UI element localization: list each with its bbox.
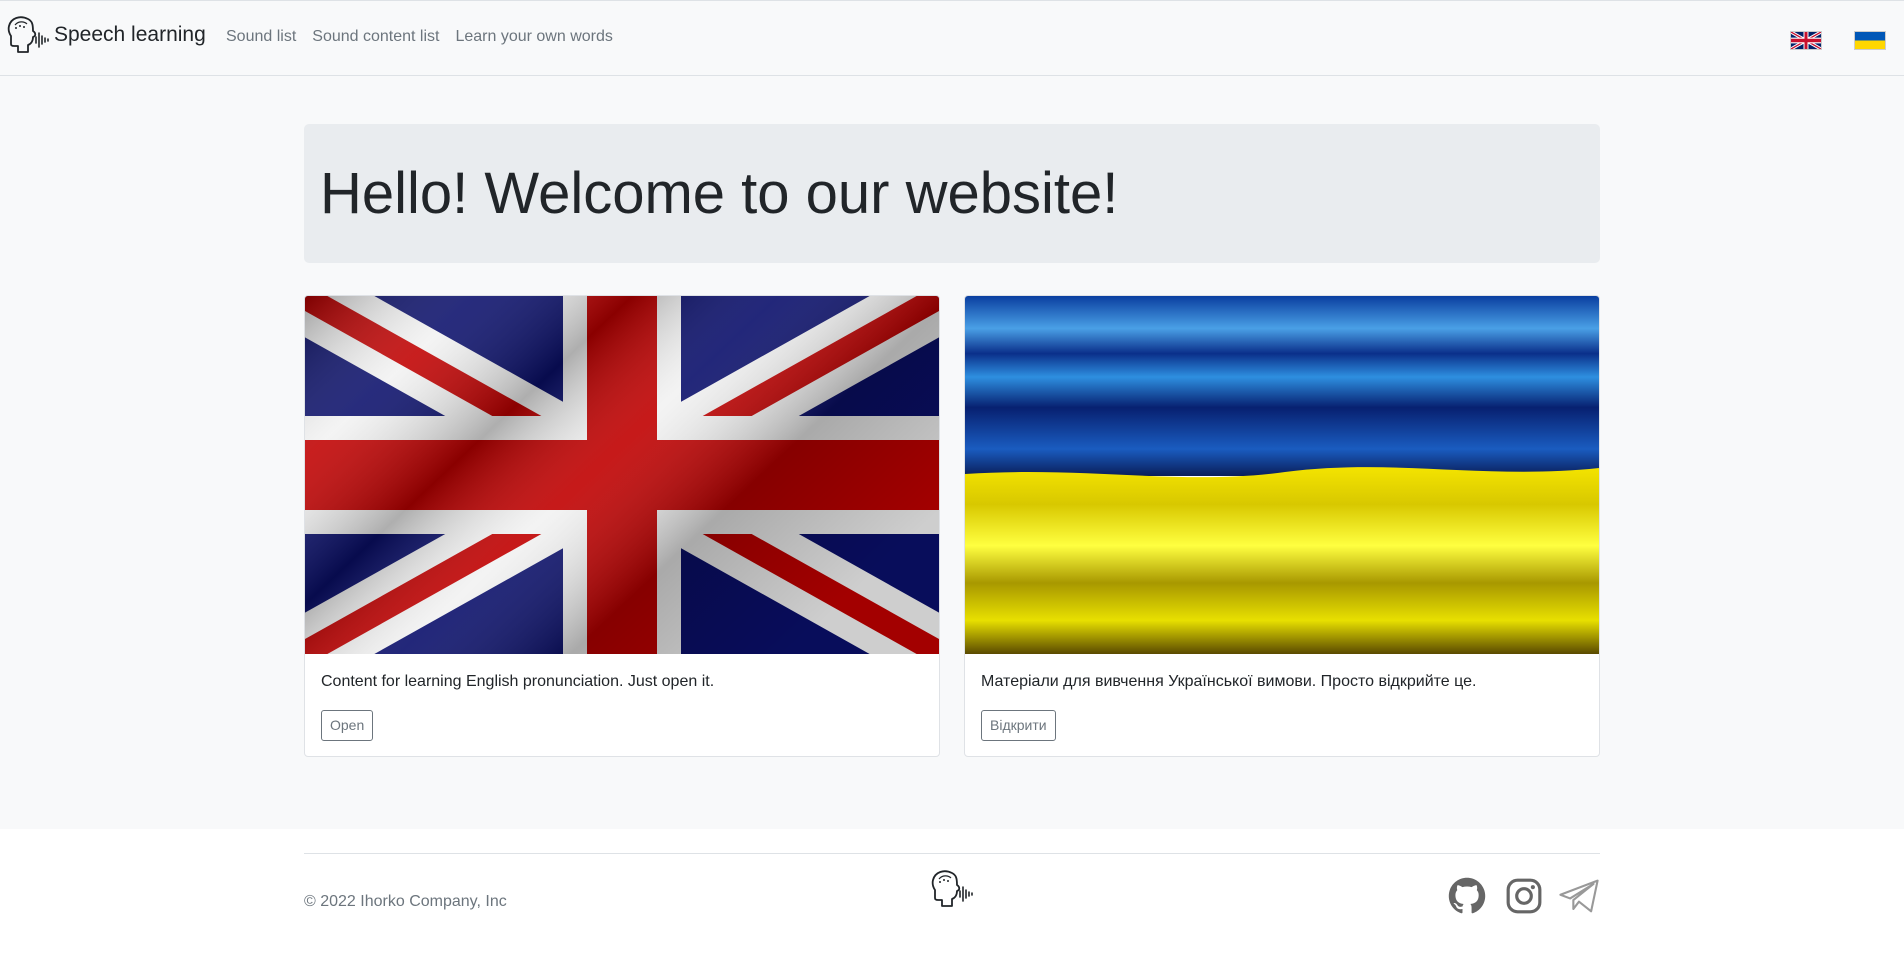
uk-flag-image: [305, 296, 939, 654]
instagram-icon: [1506, 878, 1542, 914]
nav-link-sound-list[interactable]: Sound list: [226, 28, 296, 46]
uk-flag-icon: [1791, 32, 1821, 49]
github-icon: [1448, 877, 1486, 914]
github-link[interactable]: [1448, 877, 1486, 915]
brand-link[interactable]: Speech learning: [6, 15, 206, 55]
ukraine-flag-image: [965, 296, 1599, 654]
ukrainian-card-text: Матеріали для вивчення Української вимов…: [981, 673, 1477, 690]
nav-link-sound-content-list[interactable]: Sound content list: [312, 28, 439, 46]
welcome-heading: Hello! Welcome to our website!: [320, 161, 1119, 226]
telegram-icon: [1559, 879, 1599, 913]
nav-link-learn-your-own-words[interactable]: Learn your own words: [455, 28, 612, 46]
open-ukrainian-button[interactable]: Відкрити: [981, 710, 1056, 741]
footer: © 2022 Ihorko Company, Inc: [0, 829, 1904, 970]
language-english-button[interactable]: [1790, 31, 1822, 50]
ukraine-flag-icon: [1855, 32, 1885, 49]
speech-head-logo-icon: [6, 15, 50, 55]
copyright-text: © 2022 Ihorko Company, Inc: [304, 893, 507, 910]
language-ukrainian-button[interactable]: [1854, 31, 1886, 50]
ukrainian-content-card: Матеріали для вивчення Української вимов…: [964, 295, 1600, 757]
footer-logo-icon: [930, 869, 974, 909]
navbar: Speech learning Sound list Sound content…: [0, 0, 1904, 76]
footer-divider: [304, 853, 1600, 854]
instagram-link[interactable]: [1505, 877, 1543, 915]
english-card-text: Content for learning English pronunciati…: [321, 673, 715, 690]
brand-name: Speech learning: [54, 23, 206, 46]
welcome-jumbotron: Hello! Welcome to our website!: [304, 124, 1600, 263]
open-english-button[interactable]: Open: [321, 710, 374, 741]
telegram-link[interactable]: [1558, 877, 1600, 915]
english-content-card: Content for learning English pronunciati…: [304, 295, 940, 757]
nav-links: Sound list Sound content list Learn your…: [226, 28, 629, 46]
